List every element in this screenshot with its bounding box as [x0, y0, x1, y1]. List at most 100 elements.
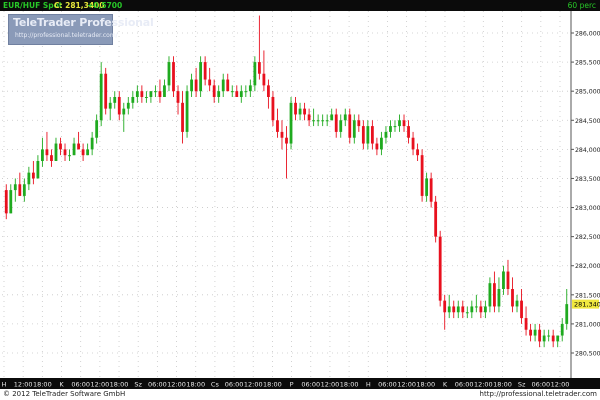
candle-body [181, 102, 184, 132]
candle-body [511, 289, 514, 307]
candle-body [343, 114, 347, 121]
x-tick-label: 06:00 [378, 381, 397, 389]
x-tick-label: Sz [134, 381, 142, 389]
candle-body [370, 126, 374, 144]
candle-body [506, 271, 510, 289]
candle-body [520, 300, 523, 319]
candle-body [407, 126, 410, 138]
candle-body [538, 329, 542, 342]
candle-body [398, 120, 401, 127]
candle-body [22, 184, 26, 196]
candle-body [248, 85, 252, 92]
candle-body [438, 236, 442, 301]
candle-body [158, 91, 162, 97]
candle-body [194, 79, 198, 92]
footer-url[interactable]: http://professional.teletrader.com [480, 389, 597, 400]
candle-body [226, 79, 230, 92]
plot-area [2, 11, 571, 378]
x-tick-label: 12:00 [474, 381, 493, 389]
candle-body [488, 283, 492, 307]
candle-body [547, 335, 551, 337]
candle-body [203, 62, 207, 80]
candle-body [185, 91, 189, 132]
candle-body [276, 120, 279, 132]
candle-body [131, 97, 135, 103]
candle-body [515, 300, 519, 307]
chart-window: EUR/HUF Spot C: 281,3400 +0,5700 60 perc… [0, 0, 600, 400]
candle-body [167, 62, 171, 86]
candle-body [316, 120, 320, 122]
candle-body [470, 306, 474, 313]
time-axis-labels: H 12:00 18:00 K 06:00 12:00 18:00 Sz 06:00 12:00 1… [2, 381, 570, 389]
candle-body [144, 97, 148, 98]
candle-body [361, 126, 365, 144]
candle-body [113, 97, 117, 103]
candle-body [357, 120, 361, 127]
candle-body [31, 172, 35, 179]
candle-body [352, 120, 356, 138]
logo-brand: TeleTrader Professional [13, 16, 154, 29]
price-chart[interactable]: 286,0000 285,5000 285,0000 284,5000 284,0000… [0, 11, 600, 378]
candle-body [447, 306, 451, 313]
candle-body [253, 62, 257, 86]
candle-body [212, 85, 216, 97]
candle-body [465, 312, 469, 314]
candle-body [493, 283, 496, 307]
candle-body [452, 306, 456, 313]
candle-body [339, 120, 343, 132]
candle-body [533, 329, 537, 336]
x-tick-label: 12:00 [551, 381, 570, 389]
last-price-marker: 281,3400 [572, 299, 600, 309]
candle-body [551, 335, 555, 342]
candle-body [117, 97, 121, 115]
candle-body [108, 102, 112, 109]
candle-body [63, 149, 67, 156]
candle-body [154, 91, 157, 93]
candle-body [321, 120, 325, 122]
x-tick-label: H [2, 381, 7, 389]
candle-body [307, 114, 311, 121]
candle-body [434, 201, 438, 237]
x-tick-label: 18:00 [33, 381, 52, 389]
candle-body [402, 120, 406, 127]
x-tick-label: 18:00 [416, 381, 435, 389]
y-tick-label: 283,0000 [575, 205, 600, 212]
candle-body [479, 306, 483, 313]
candle-body [461, 306, 465, 313]
candle-body [95, 120, 99, 138]
y-tick-label: 285,0000 [575, 89, 600, 96]
candle-body [36, 161, 40, 179]
x-tick-label: K [59, 381, 64, 389]
period-label[interactable]: 60 perc [568, 0, 596, 11]
candle-body [235, 91, 239, 97]
x-tick-label: K [443, 381, 448, 389]
candle-body [257, 62, 261, 74]
candle [434, 195, 438, 243]
candle-body [393, 126, 397, 128]
y-tick-label: 284,5000 [575, 118, 600, 125]
candle-body [312, 120, 316, 122]
candle-body [90, 137, 94, 150]
candle-body [68, 155, 71, 157]
candle-body [366, 126, 370, 144]
candle-body [425, 178, 429, 196]
candle-body [483, 306, 487, 313]
candle-body [271, 97, 275, 121]
candle-body [230, 91, 234, 93]
x-tick-label: 18:00 [110, 381, 129, 389]
candle-body [262, 73, 266, 86]
candle-body [497, 289, 501, 307]
candle-body [77, 143, 80, 150]
teletrader-logo: TeleTrader Professional http://professio… [8, 14, 154, 45]
copyright-text: © 2012 TeleTrader Software GmbH [3, 390, 126, 398]
x-tick-label: Cs [211, 381, 220, 389]
candle-body [420, 155, 424, 196]
candle-body [135, 91, 139, 97]
footer: © 2012 TeleTrader Software GmbH http://p… [0, 389, 600, 400]
candle-body [86, 149, 90, 156]
candle-body [474, 306, 478, 308]
y-tick-label: 282,0000 [575, 263, 600, 270]
candle-body [348, 114, 352, 138]
chart-header-bar: EUR/HUF Spot C: 281,3400 +0,5700 60 perc [0, 0, 600, 11]
y-tick-label: 284,0000 [575, 147, 600, 154]
